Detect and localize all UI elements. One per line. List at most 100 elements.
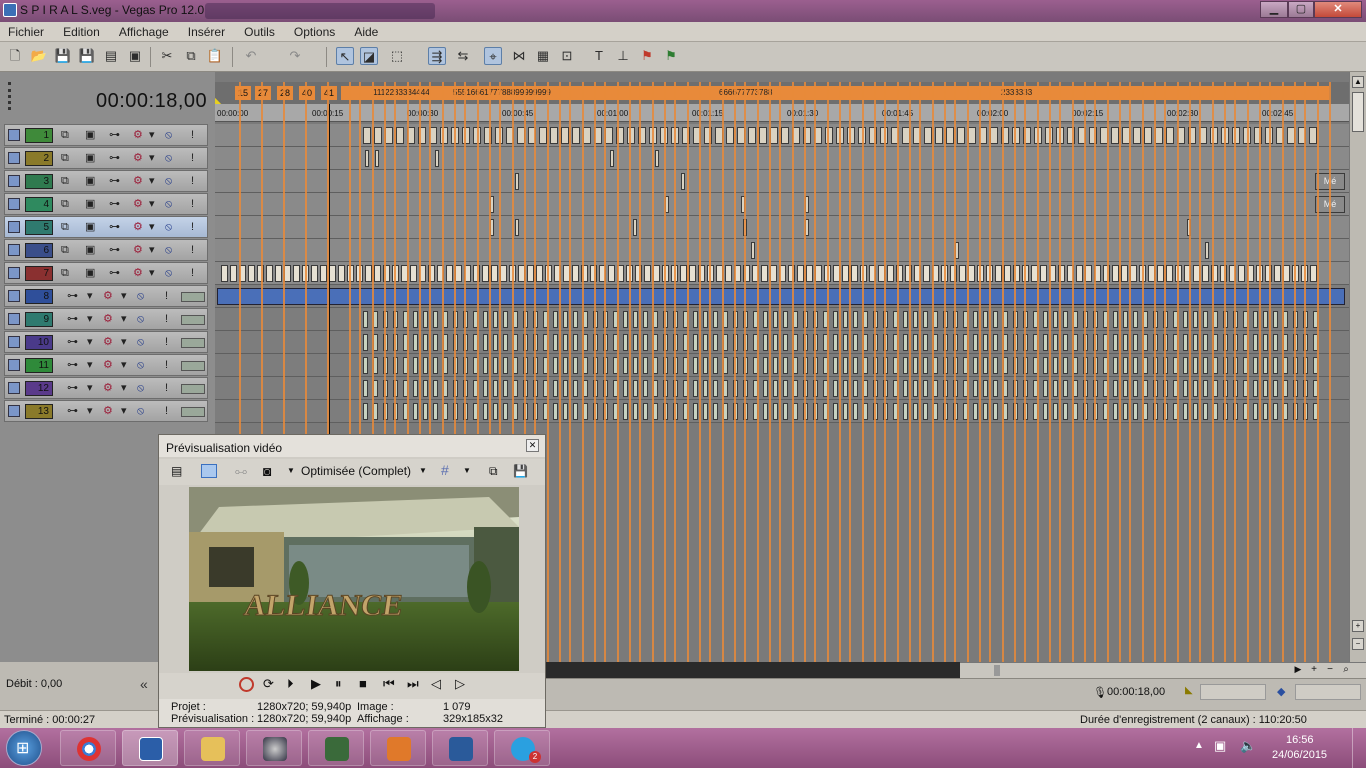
audio-clip[interactable] [503,380,508,397]
network-icon[interactable]: ▣ [1214,738,1226,754]
show-desktop-button[interactable] [1352,728,1366,768]
render-icon[interactable]: ▤ [102,47,120,65]
video-clip[interactable] [311,265,318,282]
video-clip[interactable] [275,265,282,282]
dropdown-icon[interactable]: ▾ [149,151,155,165]
cut-icon[interactable]: ✂ [158,47,176,65]
video-clip[interactable] [1310,265,1317,282]
audio-clip[interactable] [423,403,428,420]
solo-icon[interactable]: ! [191,220,194,234]
audio-clip[interactable] [903,334,908,351]
audio-clip[interactable] [483,403,488,420]
h-scroll-thumb[interactable] [994,665,1000,676]
audio-clip[interactable] [413,334,418,351]
video-clip[interactable] [1155,127,1163,144]
video-clip[interactable] [446,265,453,282]
audio-clip[interactable] [1183,403,1188,420]
dropdown-icon[interactable]: ▾ [121,404,127,418]
audio-clip[interactable] [433,311,438,328]
audio-clip[interactable] [903,403,908,420]
video-clip[interactable] [851,265,858,282]
fx-gear-icon[interactable]: ⚙ [103,335,113,349]
fx-chain-icon[interactable]: ⊶ [109,220,120,234]
maximize-button[interactable]: ▢ [1288,1,1314,18]
dropdown-icon[interactable]: ▾ [87,404,93,418]
audio-clip[interactable] [713,380,718,397]
video-clip[interactable] [491,265,498,282]
track-minimize-icon[interactable] [8,152,20,164]
video-clip[interactable] [946,127,954,144]
fx-gear-icon[interactable]: ⚙ [103,312,113,326]
zoom-in-icon[interactable]: + [1352,620,1364,632]
zoom-out-time-icon[interactable]: − [1324,664,1336,677]
panel-grip-handle[interactable] [8,82,11,110]
audio-clip[interactable] [783,403,788,420]
solo-icon[interactable]: ! [191,243,194,257]
video-clip[interactable] [482,265,489,282]
audio-clip[interactable] [413,380,418,397]
audio-clip[interactable] [1253,403,1258,420]
audio-clip[interactable] [913,334,918,351]
video-clip[interactable] [935,127,943,144]
track-motion-icon[interactable]: ▣ [85,266,95,280]
solo-icon[interactable]: ! [165,312,168,326]
audio-clip[interactable] [843,380,848,397]
composite-mode-icon[interactable]: ⧉ [61,197,69,211]
copy-snapshot-icon[interactable]: ⧉ [489,464,498,479]
audio-clip[interactable] [413,311,418,328]
menu-inserer[interactable]: Insérer [180,22,233,39]
overlays-dropdown-icon[interactable]: ▼ [463,466,471,475]
audio-clip[interactable] [1113,334,1118,351]
audio-clip[interactable] [783,357,788,374]
audio-clip[interactable] [763,357,768,374]
video-clip[interactable] [959,265,966,282]
audio-clip[interactable] [843,403,848,420]
audio-clip[interactable] [833,311,838,328]
audio-clip[interactable] [1253,311,1258,328]
mute-icon[interactable]: ⦸ [165,174,172,188]
audio-clip[interactable] [853,357,858,374]
audio-clip[interactable] [433,357,438,374]
audio-clip[interactable] [703,357,708,374]
video-clip[interactable] [806,265,813,282]
track-header-10[interactable]: 10 ⊶ ▾ ⚙ ▾ ⦸! [4,331,208,353]
audio-clip[interactable] [643,380,648,397]
audio-clip[interactable] [853,311,858,328]
volume-fader-icon[interactable]: ⊶ [67,404,78,418]
composite-mode-icon[interactable]: ⧉ [61,266,69,280]
audio-clip[interactable] [763,380,768,397]
audio-clip[interactable] [363,311,368,328]
audio-clip[interactable] [1263,403,1268,420]
video-clip[interactable] [1112,265,1119,282]
mute-icon[interactable]: ⦸ [137,335,144,349]
audio-clip[interactable] [1273,403,1278,420]
fx-chain-icon[interactable]: ⊶ [109,197,120,211]
video-clip[interactable] [365,150,369,167]
video-clip[interactable] [396,127,404,144]
audio-clip[interactable] [573,311,578,328]
audio-clip[interactable] [913,311,918,328]
video-clip[interactable] [1085,265,1092,282]
audio-clip[interactable] [1063,311,1068,328]
region-tool-icon[interactable]: ⊥ [614,47,632,65]
video-clip[interactable] [1130,265,1137,282]
video-clip[interactable] [681,173,685,190]
video-clip[interactable] [608,265,615,282]
fx-gear-icon[interactable]: ⚙ [133,220,143,234]
video-clip[interactable] [1205,242,1209,259]
track-header-12[interactable]: 12 ⊶ ▾ ⚙ ▾ ⦸! [4,377,208,399]
video-clip[interactable] [248,265,255,282]
audio-clip[interactable] [1193,334,1198,351]
marker-flag[interactable]: 41 [321,86,337,100]
audio-clip[interactable] [503,357,508,374]
video-clip[interactable] [385,127,393,144]
video-clip[interactable] [653,265,660,282]
audio-clip[interactable] [923,311,928,328]
audio-clip[interactable] [563,403,568,420]
dropdown-icon[interactable]: ▾ [149,266,155,280]
audio-clip[interactable] [1183,380,1188,397]
audio-clip[interactable] [503,311,508,328]
video-clip[interactable] [329,265,336,282]
audio-clip[interactable] [983,311,988,328]
audio-clip[interactable] [1043,334,1048,351]
